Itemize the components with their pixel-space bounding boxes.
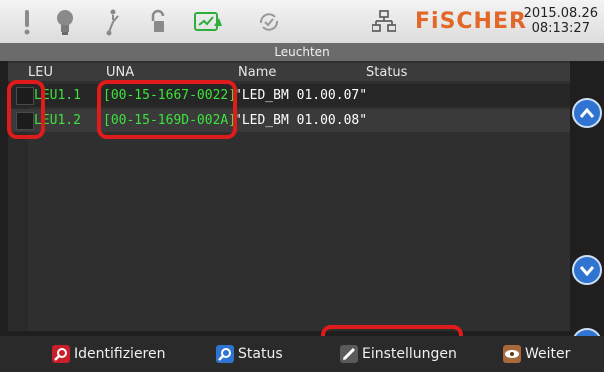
brand-logo: FiSCHER — [415, 9, 527, 34]
unlock-icon[interactable] — [145, 8, 171, 36]
more-label: Weiter — [525, 346, 571, 362]
identify-button[interactable]: Identifizieren — [52, 343, 166, 365]
highlight-una — [97, 80, 237, 139]
row-name: "LED_BM 01.00.08" — [234, 113, 368, 128]
date-label: 2015.08.26 — [523, 6, 598, 21]
switch-icon[interactable] — [100, 8, 126, 36]
row-name: "LED_BM 01.00.07" — [234, 88, 368, 103]
column-name[interactable]: Name — [238, 65, 276, 80]
column-leu[interactable]: LEU — [28, 65, 53, 80]
alert-icon[interactable] — [14, 8, 40, 36]
window-title: Leuchten — [0, 43, 604, 61]
sync-icon[interactable] — [256, 8, 282, 36]
network-icon[interactable] — [371, 8, 397, 36]
screen-chart-icon[interactable] — [194, 8, 224, 36]
identify-label: Identifizieren — [74, 346, 166, 362]
table-row[interactable]: LEU1.1 [00-15-1667-0022] "LED_BM 01.00.0… — [8, 84, 570, 107]
identify-search-icon — [52, 345, 70, 363]
clock: 2015.08.26 08:13:27 — [524, 6, 598, 36]
bulb-icon[interactable] — [52, 8, 78, 36]
settings-label: Einstellungen — [362, 346, 457, 362]
status-label: Status — [238, 346, 283, 362]
column-una[interactable]: UNA — [106, 65, 134, 80]
column-status[interactable]: Status — [366, 65, 407, 80]
status-search-icon — [216, 345, 234, 363]
scroll-down-button[interactable] — [572, 255, 602, 285]
more-button[interactable]: Weiter — [503, 343, 570, 365]
pencil-icon — [340, 345, 358, 363]
table-header: LEU UNA Name Status — [8, 63, 570, 81]
scroll-up-button[interactable] — [572, 98, 602, 128]
highlight-checkboxes — [7, 80, 45, 139]
eye-icon — [503, 345, 521, 363]
status-button[interactable]: Status — [216, 343, 283, 365]
table-row[interactable]: LEU1.2 [00-15-169D-002A] "LED_BM 01.00.0… — [8, 109, 570, 132]
top-toolbar: FiSCHER 2015.08.26 08:13:27 — [0, 0, 604, 43]
time-label: 08:13:27 — [531, 21, 590, 36]
settings-button[interactable]: Einstellungen — [340, 343, 457, 365]
